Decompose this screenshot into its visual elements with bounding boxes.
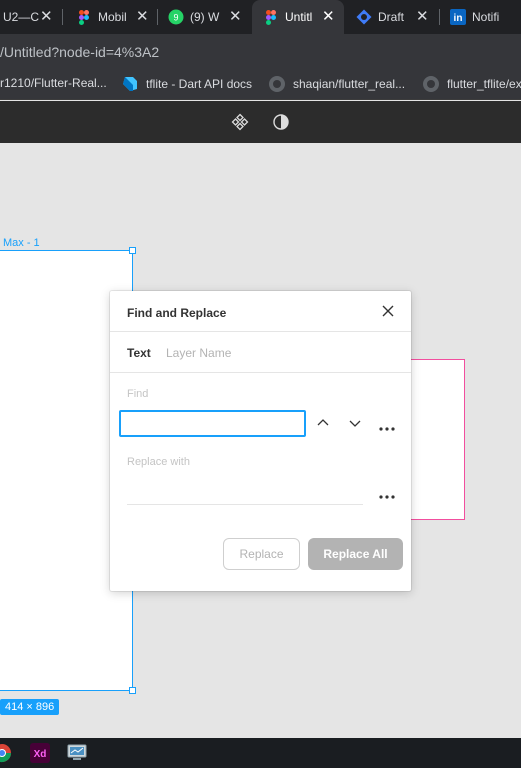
components-icon[interactable] — [231, 113, 249, 131]
replace-label: Replace with — [127, 456, 190, 468]
browser-tab[interactable]: Draft ✕ — [346, 0, 438, 34]
resize-handle[interactable] — [129, 687, 136, 694]
tab-title: Notifi — [472, 10, 500, 24]
bookmark-item[interactable]: tflite - Dart API docs — [122, 76, 252, 92]
find-replace-dialog: Find and Replace Text Layer Name Find Re… — [110, 291, 411, 591]
resize-handle[interactable] — [129, 247, 136, 254]
whatsapp-icon: 9 — [168, 9, 184, 25]
figma-icon — [263, 9, 279, 25]
url-text[interactable]: /Untitled?node-id=4%3A2 — [0, 44, 159, 60]
find-input[interactable] — [119, 410, 306, 437]
bookmark-label: shaqian/flutter_real... — [293, 77, 406, 91]
bookmark-item[interactable]: r1210/Flutter-Real... — [0, 76, 107, 90]
bookmark-label: r1210/Flutter-Real... — [0, 76, 107, 90]
github-icon — [269, 76, 285, 92]
monitor-app-icon[interactable] — [67, 743, 87, 763]
dart-icon — [122, 76, 138, 92]
browser-tab[interactable]: 9 (9) W ✕ — [158, 0, 250, 34]
pink-frame[interactable] — [405, 359, 465, 520]
replace-all-button[interactable]: Replace All — [308, 538, 403, 570]
tab-text[interactable]: Text — [127, 346, 151, 360]
figma-toolbar — [0, 101, 521, 143]
close-tab-icon[interactable]: ✕ — [322, 9, 335, 24]
replace-input[interactable] — [127, 480, 363, 505]
theme-contrast-icon[interactable] — [272, 113, 290, 131]
adobe-xd-icon[interactable]: Xd — [30, 743, 50, 763]
frame-size-badge: 414 × 896 — [0, 699, 60, 715]
figma-icon — [76, 9, 92, 25]
close-tab-icon[interactable]: ✕ — [136, 9, 149, 24]
browser-tab[interactable]: U2—C ✕ — [0, 0, 60, 34]
svg-text:9: 9 — [173, 13, 178, 23]
browser-tab-strip: U2—C ✕ Mobil ✕ 9 (9) W ✕ Untitl ✕ Draft … — [0, 0, 521, 34]
close-tab-icon[interactable]: ✕ — [229, 9, 242, 24]
bookmark-item[interactable]: flutter_tflite/ex — [423, 76, 521, 92]
dialog-title: Find and Replace — [127, 306, 227, 320]
chrome-icon[interactable] — [0, 743, 12, 763]
github-icon — [423, 76, 439, 92]
close-icon[interactable] — [380, 303, 396, 319]
frame-label[interactable]: Max - 1 — [3, 237, 40, 249]
close-tab-icon[interactable]: ✕ — [40, 9, 53, 24]
bookmark-label: flutter_tflite/ex — [447, 77, 521, 91]
tab-layer-name[interactable]: Layer Name — [166, 346, 231, 360]
more-options-icon[interactable] — [378, 421, 396, 431]
find-label: Find — [127, 388, 149, 400]
close-tab-icon[interactable]: ✕ — [416, 9, 429, 24]
address-bar[interactable]: /Untitled?node-id=4%3A2 — [0, 34, 521, 68]
bookmark-label: tflite - Dart API docs — [146, 77, 253, 91]
tab-title: Draft — [378, 10, 405, 24]
more-options-icon[interactable] — [378, 489, 396, 499]
chevron-down-icon[interactable] — [348, 417, 362, 429]
browser-tab[interactable]: in Notifi — [440, 0, 521, 34]
bookmark-item[interactable]: shaqian/flutter_real... — [269, 76, 405, 92]
xd-icon-label: Xd — [34, 749, 47, 760]
draft-icon — [356, 9, 372, 25]
tab-title: Mobil — [98, 10, 127, 24]
tab-title: Untitl — [285, 10, 313, 24]
browser-tab-active[interactable]: Untitl ✕ — [252, 0, 344, 34]
bookmarks-bar: r1210/Flutter-Real... tflite - Dart API … — [0, 68, 521, 100]
tab-title: U2—C — [3, 10, 40, 24]
svg-text:in: in — [454, 13, 463, 24]
browser-tab[interactable]: Mobil ✕ — [66, 0, 156, 34]
tab-title: (9) W — [190, 10, 220, 24]
replace-button[interactable]: Replace — [223, 538, 300, 570]
taskbar: Xd — [0, 738, 521, 768]
chevron-up-icon[interactable] — [316, 417, 330, 429]
linkedin-icon: in — [450, 9, 466, 25]
